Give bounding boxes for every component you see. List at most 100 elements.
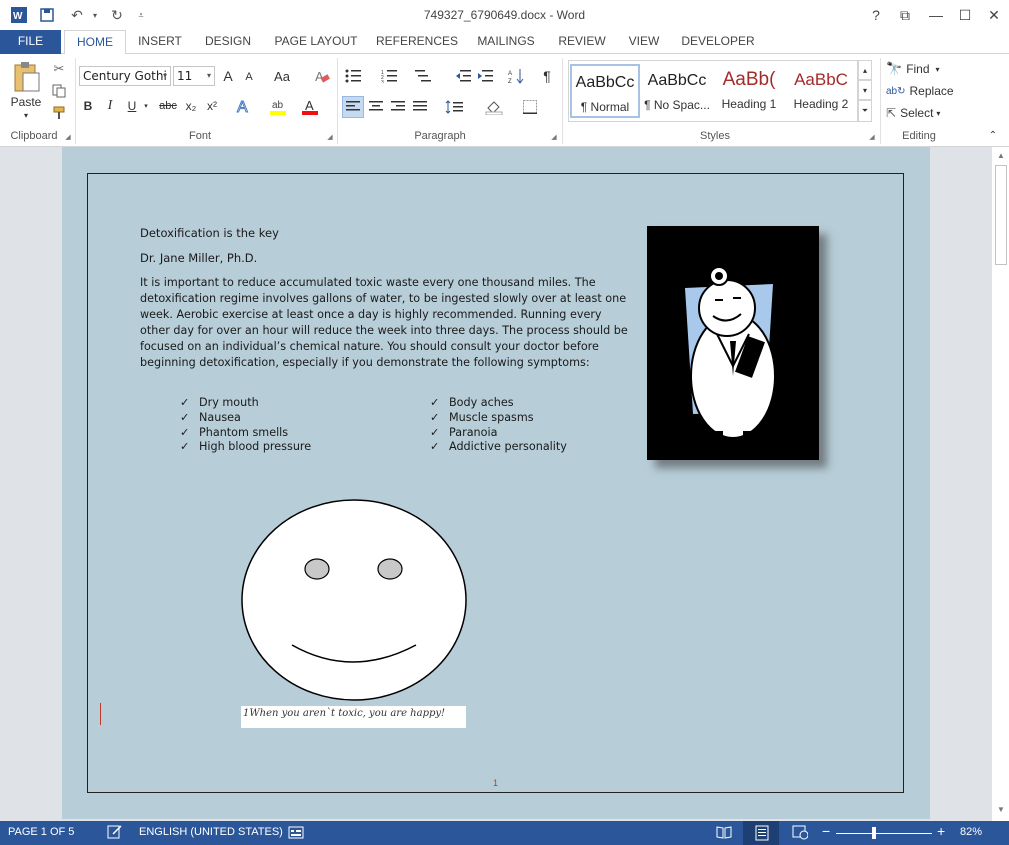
select-dropdown-icon[interactable]: ▾ [936, 109, 940, 118]
paragraph-launcher-icon[interactable]: ◢ [550, 132, 558, 142]
zoom-in-button[interactable]: + [937, 823, 945, 839]
minimize-button[interactable]: — [924, 4, 948, 26]
list-item[interactable]: ✓ Dry mouth [180, 396, 259, 411]
tab-home[interactable]: HOME [64, 30, 126, 55]
font-color-icon[interactable]: A [300, 96, 320, 116]
align-center-icon[interactable] [366, 96, 386, 118]
cut-icon[interactable]: ✂ [50, 60, 68, 78]
ribbon-display-options-button[interactable]: ⧉ [893, 4, 917, 26]
bullets-icon[interactable] [344, 66, 362, 86]
tab-developer[interactable]: DEVELOPER [676, 30, 760, 54]
find-dropdown-icon[interactable]: ▾ [936, 65, 940, 74]
style-normal[interactable]: AaBbCc ¶ Normal [570, 64, 640, 118]
maximize-button[interactable]: ☐ [953, 4, 977, 26]
web-layout-icon[interactable] [792, 824, 809, 843]
collapse-ribbon-icon[interactable]: ⌃ [986, 128, 1000, 142]
scroll-down-icon[interactable]: ▼ [995, 805, 1007, 817]
italic-button[interactable]: I [102, 96, 118, 116]
align-right-icon[interactable] [388, 96, 408, 118]
styles-launcher-icon[interactable]: ◢ [868, 132, 876, 142]
replace-button[interactable]: ab↻ Replace [886, 82, 956, 100]
style-heading-2[interactable]: AaBbC Heading 2 [786, 64, 856, 118]
list-item[interactable]: ✓ Addictive personality [430, 440, 567, 455]
select-button[interactable]: ⇱ Select ▾ [886, 104, 952, 122]
tab-references[interactable]: REFERENCES [374, 30, 460, 54]
line-spacing-icon[interactable] [442, 96, 466, 118]
justify-icon[interactable] [410, 96, 430, 118]
help-button[interactable]: ? [864, 4, 888, 26]
zoom-slider-thumb[interactable] [872, 827, 876, 839]
print-layout-button[interactable] [743, 821, 779, 845]
list-item[interactable]: ✓ Body aches [430, 396, 514, 411]
styles-scroll-down-icon[interactable]: ▾ [858, 80, 872, 100]
clear-formatting-icon[interactable]: A [312, 66, 332, 86]
tab-file[interactable]: FILE [0, 30, 61, 54]
list-item[interactable]: ✓ Phantom smells [180, 426, 288, 441]
read-mode-icon[interactable] [716, 824, 732, 843]
superscript-button[interactable]: x² [203, 96, 221, 116]
borders-icon[interactable] [518, 96, 542, 118]
style-no-spacing[interactable]: AaBbCc ¶ No Spac... [642, 64, 712, 118]
decrease-indent-icon[interactable] [454, 66, 472, 86]
numbering-icon[interactable]: 123 [380, 66, 398, 86]
clipboard-launcher-icon[interactable]: ◢ [64, 132, 72, 142]
tab-insert[interactable]: INSERT [130, 30, 190, 54]
proofing-icon[interactable] [107, 824, 123, 843]
format-painter-icon[interactable] [50, 104, 68, 122]
font-name-dropdown-icon[interactable]: ▾ [163, 67, 167, 85]
doctor-clipart-image[interactable] [647, 226, 819, 460]
list-item[interactable]: ✓ High blood pressure [180, 440, 311, 455]
tab-view[interactable]: VIEW [622, 30, 666, 54]
language-status[interactable]: ENGLISH (UNITED STATES) [139, 826, 283, 838]
styles-scroll-up-icon[interactable]: ▴ [858, 60, 872, 80]
document-page[interactable]: Detoxification is the key Dr. Jane Mille… [62, 147, 930, 819]
list-item[interactable]: ✓ Muscle spasms [430, 411, 534, 426]
font-name-combo[interactable]: Century Gothi ▾ [79, 66, 171, 86]
change-case-button[interactable]: Aa [268, 66, 296, 86]
font-size-combo[interactable]: 11 ▾ [173, 66, 215, 86]
tab-page-layout[interactable]: PAGE LAYOUT [268, 30, 364, 54]
list-item[interactable]: ✓ Nausea [180, 411, 241, 426]
subscript-button[interactable]: x₂ [182, 96, 200, 116]
find-button[interactable]: 🔭 Find ▾ [886, 60, 952, 78]
text-effects-icon[interactable]: A [234, 96, 254, 116]
image-caption[interactable]: 1When you aren`t toxic, you are happy! [241, 706, 466, 728]
highlight-color-icon[interactable]: ab [268, 96, 288, 116]
document-author[interactable]: Dr. Jane Miller, Ph.D. [140, 251, 257, 265]
increase-indent-icon[interactable] [476, 66, 494, 86]
font-launcher-icon[interactable]: ◢ [326, 132, 334, 142]
shrink-font-button[interactable]: A [241, 68, 257, 86]
macro-recording-icon[interactable] [288, 824, 304, 843]
scroll-thumb[interactable] [995, 165, 1007, 265]
underline-button[interactable]: U [124, 96, 140, 116]
copy-icon[interactable] [50, 82, 68, 100]
show-formatting-marks-icon[interactable]: ¶ [538, 66, 556, 86]
page-count-status[interactable]: PAGE 1 OF 5 [8, 826, 74, 838]
font-size-dropdown-icon[interactable]: ▾ [207, 67, 211, 85]
paste-dropdown-icon[interactable]: ▾ [20, 110, 32, 120]
zoom-level[interactable]: 82% [960, 826, 982, 838]
document-body-paragraph[interactable]: It is important to reduce accumulated to… [140, 275, 630, 371]
style-heading-1[interactable]: AaBb( Heading 1 [714, 64, 784, 118]
align-left-icon[interactable] [342, 96, 364, 118]
tab-design[interactable]: DESIGN [196, 30, 260, 54]
paste-icon[interactable] [8, 60, 44, 94]
sort-icon[interactable]: AZ [506, 66, 526, 86]
vertical-scrollbar[interactable]: ▲ ▼ [991, 147, 1009, 821]
smiley-face-shape[interactable] [238, 497, 470, 703]
paste-button[interactable]: Paste [8, 94, 44, 110]
bold-button[interactable]: B [80, 96, 96, 116]
list-item[interactable]: ✓ Paranoia [430, 426, 497, 441]
strikethrough-button[interactable]: abc [155, 96, 181, 116]
document-title-line[interactable]: Detoxification is the key [140, 226, 279, 240]
zoom-slider-track[interactable] [836, 833, 932, 834]
close-button[interactable]: ✕ [982, 4, 1006, 26]
tab-review[interactable]: REVIEW [552, 30, 612, 54]
tab-mailings[interactable]: MAILINGS [470, 30, 542, 54]
styles-more-icon[interactable]: ⏷ [858, 100, 872, 122]
multilevel-list-icon[interactable] [414, 66, 432, 86]
shading-icon[interactable] [482, 96, 506, 118]
scroll-up-icon[interactable]: ▲ [995, 151, 1007, 163]
underline-dropdown-icon[interactable]: ▾ [141, 98, 151, 114]
grow-font-button[interactable]: A [219, 66, 237, 86]
